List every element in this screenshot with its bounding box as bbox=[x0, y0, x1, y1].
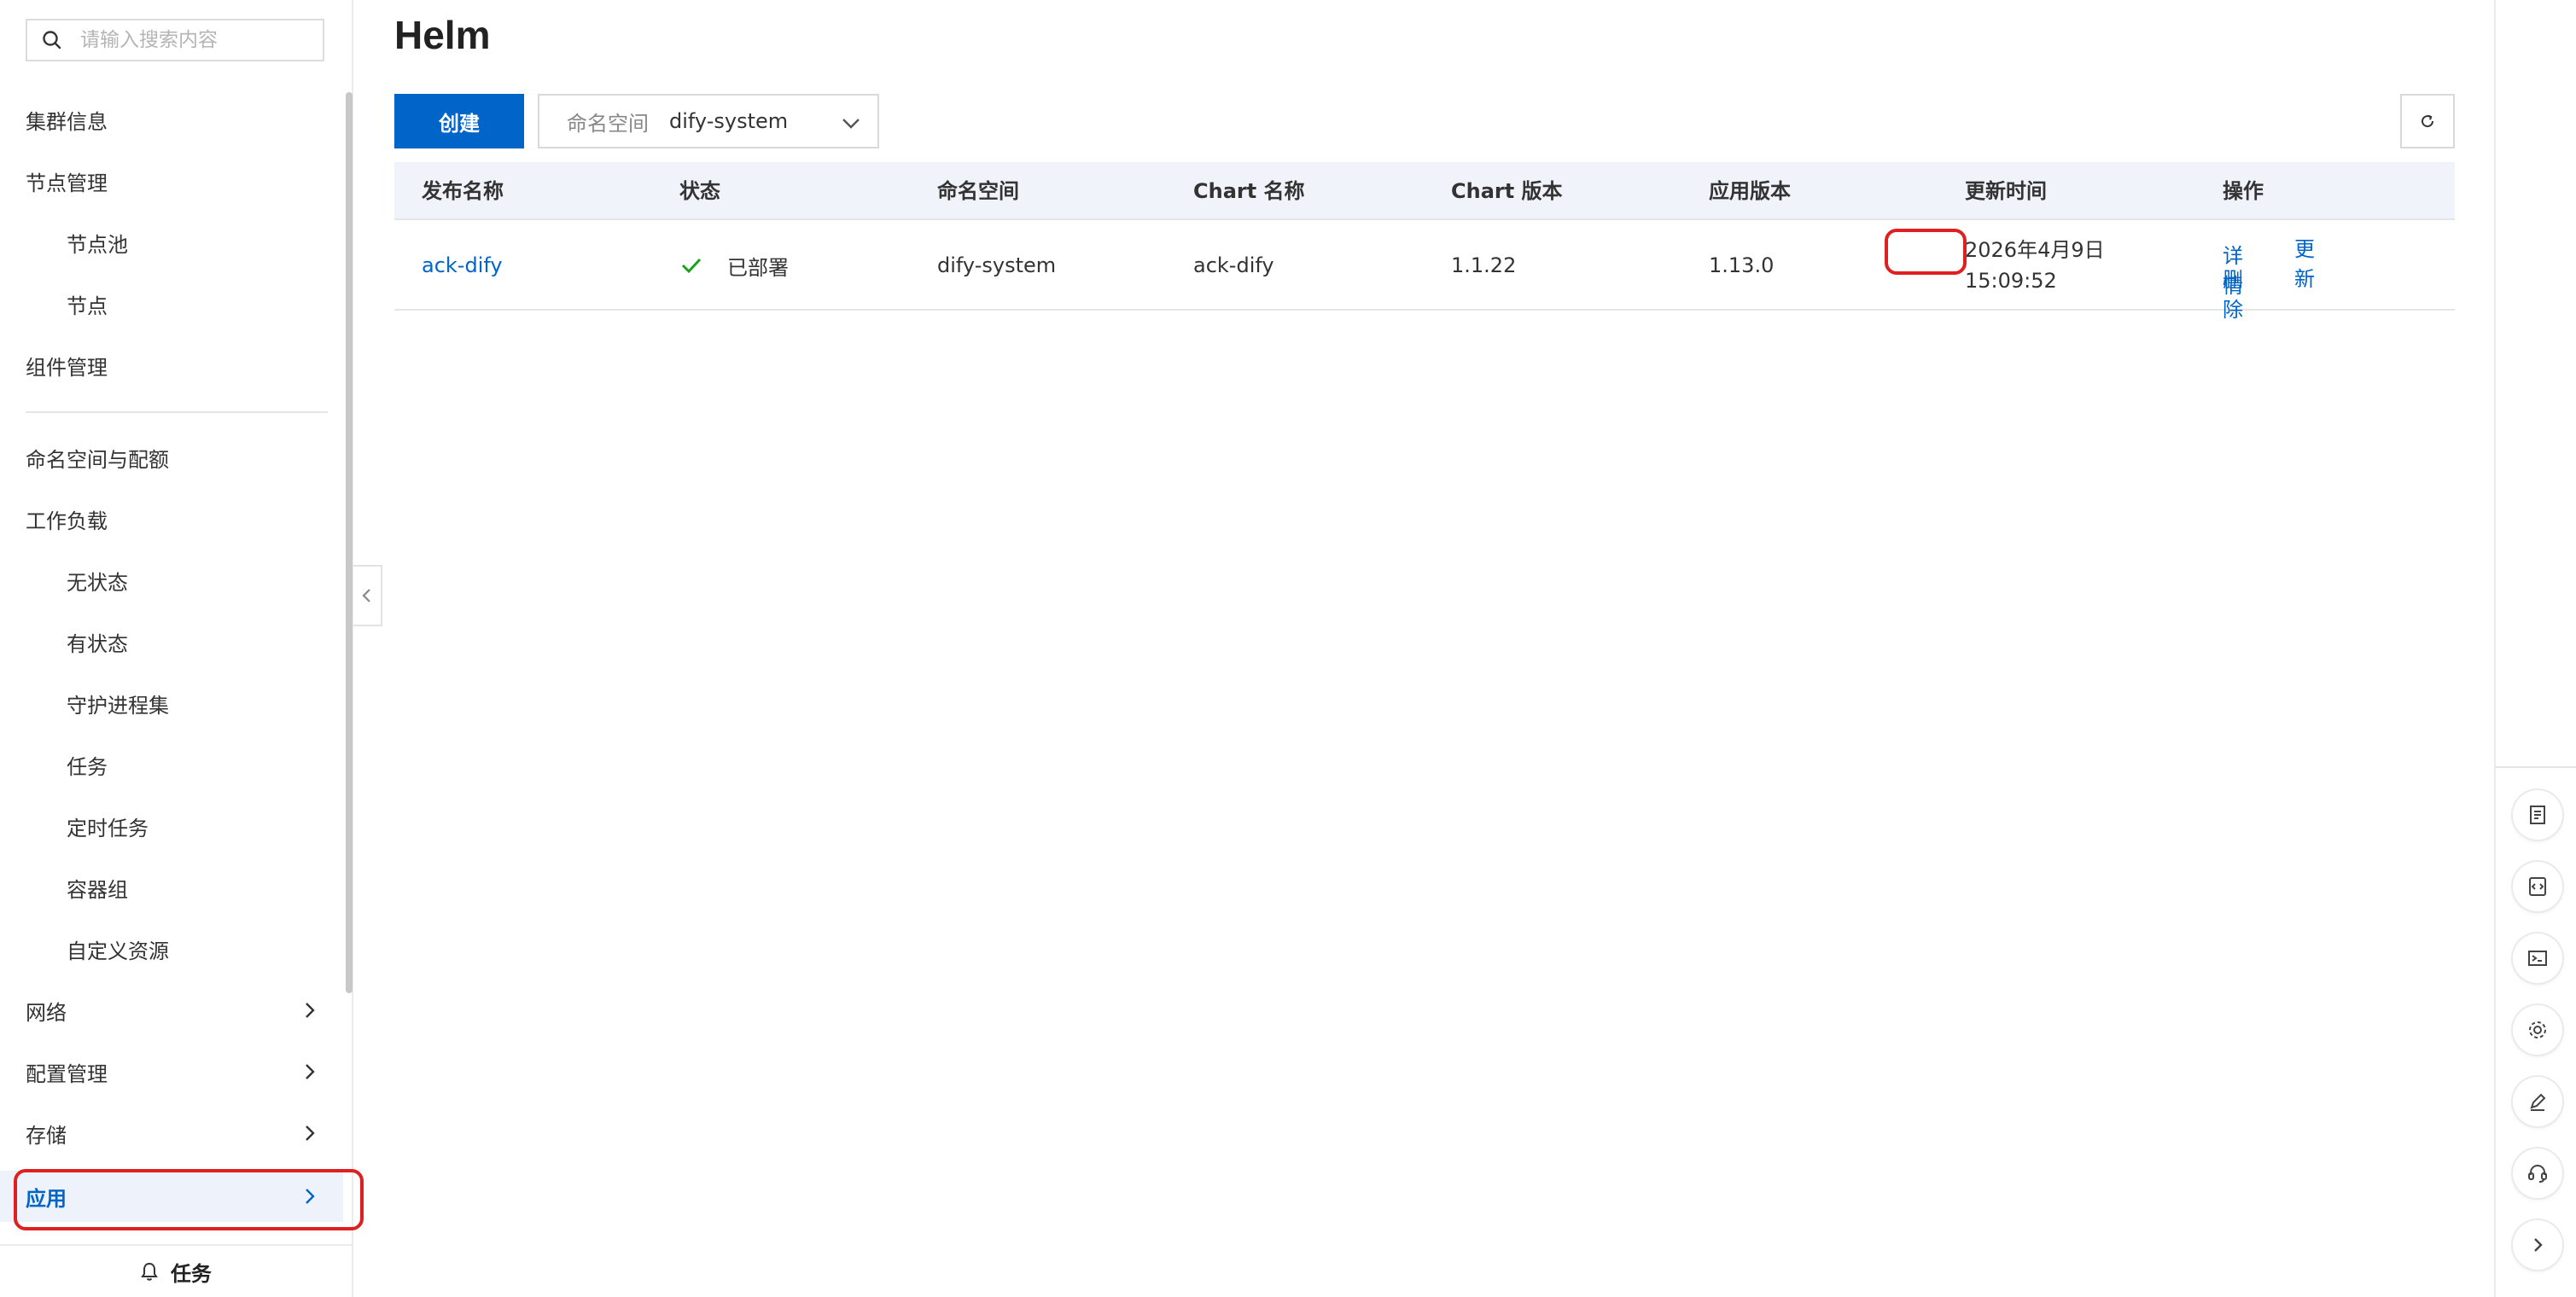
column-header-chart-version: Chart 版本 bbox=[1451, 179, 1563, 203]
namespace-select[interactable]: 命名空间 dify-system bbox=[538, 94, 879, 148]
sidebar-item-label: 守护进程集 bbox=[67, 693, 169, 718]
sidebar-item-label: 集群信息 bbox=[26, 109, 108, 134]
status-text: 已部署 bbox=[727, 255, 789, 280]
gear-icon bbox=[2526, 1018, 2550, 1042]
sidebar-item-cluster-info[interactable]: 集群信息 bbox=[0, 94, 343, 145]
search-box[interactable] bbox=[26, 19, 324, 61]
edit-button[interactable] bbox=[2513, 1077, 2562, 1126]
edit-icon bbox=[2526, 1090, 2550, 1114]
sidebar-item-label: 节点管理 bbox=[26, 171, 108, 195]
updated-clock: 15:09:52 bbox=[1965, 269, 2057, 293]
chart-version-cell: 1.1.22 bbox=[1451, 253, 1517, 277]
settings-button[interactable] bbox=[2513, 1005, 2562, 1055]
sidebar-item-label: 存储 bbox=[26, 1123, 67, 1148]
sidebar-item-cronjobs[interactable]: 定时任务 bbox=[0, 800, 343, 852]
chevron-right-icon bbox=[300, 1062, 319, 1081]
sidebar-item-nodes[interactable]: 节点 bbox=[0, 278, 343, 329]
page-title: Helm bbox=[394, 13, 491, 57]
sidebar-item-config[interactable]: 配置管理 bbox=[0, 1046, 343, 1097]
support-button[interactable] bbox=[2513, 1149, 2562, 1198]
chevron-right-icon bbox=[300, 1124, 319, 1143]
helm-releases-table: 发布名称 状态 命名空间 Chart 名称 Chart 版本 应用版本 更新时间… bbox=[394, 162, 2455, 322]
sidebar-item-network[interactable]: 网络 bbox=[0, 985, 343, 1036]
namespace-select-label: 命名空间 bbox=[567, 111, 649, 136]
chevron-right-icon bbox=[2526, 1233, 2550, 1257]
sidebar-item-label: 定时任务 bbox=[67, 816, 149, 840]
headset-icon bbox=[2526, 1161, 2550, 1185]
terminal-icon bbox=[2526, 946, 2550, 970]
table-row: ack-dify 已部署 dify-system ack-dify 1.1.22… bbox=[394, 220, 2455, 322]
chevron-left-icon bbox=[360, 586, 374, 605]
sidebar-item-node-management[interactable]: 节点管理 bbox=[0, 155, 343, 206]
delete-link[interactable]: 删除 bbox=[2223, 263, 2243, 323]
create-button[interactable]: 创建 bbox=[394, 94, 524, 148]
sidebar-item-workloads[interactable]: 工作负载 bbox=[0, 493, 343, 544]
app-version-cell: 1.13.0 bbox=[1709, 253, 1775, 277]
sidebar-item-label: 节点池 bbox=[67, 232, 128, 257]
bell-icon bbox=[140, 1261, 159, 1282]
terminal-button[interactable] bbox=[2513, 933, 2562, 983]
expand-rail-button[interactable] bbox=[2513, 1220, 2562, 1270]
tasks-label: 任务 bbox=[171, 1261, 212, 1286]
sidebar-item-label: 组件管理 bbox=[26, 355, 108, 380]
sidebar-item-label: 配置管理 bbox=[26, 1061, 108, 1086]
chevron-right-icon bbox=[300, 1001, 319, 1020]
status-cell: 已部署 bbox=[679, 220, 789, 311]
column-header-status: 状态 bbox=[679, 179, 720, 203]
sidebar-item-statefulsets[interactable]: 有状态 bbox=[0, 616, 343, 667]
sidebar-item-pods[interactable]: 容器组 bbox=[0, 862, 343, 913]
sidebar-divider bbox=[26, 411, 328, 413]
column-header-updated-time: 更新时间 bbox=[1965, 179, 2047, 203]
sidebar-item-label: 节点 bbox=[67, 294, 108, 318]
release-name-link[interactable]: ack-dify bbox=[422, 253, 503, 277]
right-toolbar bbox=[2494, 0, 2576, 1297]
sidebar-item-namespaces-quotas[interactable]: 命名空间与配额 bbox=[0, 432, 343, 483]
namespace-select-value: dify-system bbox=[669, 109, 789, 133]
sidebar: 集群信息 节点管理 节点池 节点 组件管理 命名空间与配额 工作负载 无状态 有… bbox=[0, 0, 353, 1297]
column-header-chart-name: Chart 名称 bbox=[1193, 179, 1305, 203]
column-header-app-version: 应用版本 bbox=[1709, 179, 1791, 203]
sidebar-item-label: 命名空间与配额 bbox=[26, 447, 169, 472]
sidebar-item-label: 工作负载 bbox=[26, 509, 108, 533]
highlight-update bbox=[1885, 229, 1967, 275]
rail-divider bbox=[2496, 766, 2576, 768]
table-header: 发布名称 状态 命名空间 Chart 名称 Chart 版本 应用版本 更新时间… bbox=[394, 162, 2455, 220]
namespace-cell: dify-system bbox=[937, 253, 1057, 277]
chevron-down-icon bbox=[840, 113, 862, 135]
sidebar-item-node-pool[interactable]: 节点池 bbox=[0, 217, 343, 268]
sidebar-item-components[interactable]: 组件管理 bbox=[0, 340, 343, 391]
refresh-button[interactable] bbox=[2400, 94, 2455, 148]
search-input[interactable] bbox=[80, 29, 311, 51]
document-button[interactable] bbox=[2513, 790, 2562, 840]
sidebar-item-label: 网络 bbox=[26, 1000, 67, 1025]
code-icon bbox=[2526, 875, 2550, 899]
sidebar-item-storage[interactable]: 存储 bbox=[0, 1108, 343, 1159]
search-icon bbox=[41, 29, 63, 51]
updated-date: 2026年4月9日 bbox=[1965, 238, 2105, 262]
column-header-actions: 操作 bbox=[2223, 179, 2264, 203]
sidebar-collapse-button[interactable] bbox=[353, 565, 382, 626]
check-icon bbox=[679, 253, 715, 277]
sidebar-item-label: 有状态 bbox=[67, 631, 128, 656]
highlight-applications bbox=[14, 1169, 364, 1230]
document-icon bbox=[2526, 803, 2550, 827]
update-link[interactable]: 更新 bbox=[2294, 232, 2315, 292]
refresh-icon bbox=[2417, 111, 2438, 131]
sidebar-scrollbar[interactable] bbox=[346, 92, 353, 993]
sidebar-item-label: 任务 bbox=[67, 754, 108, 779]
sidebar-item-label: 自定义资源 bbox=[67, 939, 169, 963]
sidebar-item-label: 容器组 bbox=[67, 877, 128, 902]
sidebar-item-daemonsets[interactable]: 守护进程集 bbox=[0, 678, 343, 729]
sidebar-item-custom-resources[interactable]: 自定义资源 bbox=[0, 923, 343, 974]
column-header-namespace: 命名空间 bbox=[937, 179, 1019, 203]
sidebar-item-deployments[interactable]: 无状态 bbox=[0, 555, 343, 606]
sidebar-item-label: 无状态 bbox=[67, 570, 128, 595]
updated-time-cell: 2026年4月9日 15:09:52 bbox=[1965, 220, 2105, 311]
sidebar-item-jobs[interactable]: 任务 bbox=[0, 739, 343, 790]
chart-name-cell: ack-dify bbox=[1193, 253, 1274, 277]
column-header-release-name: 发布名称 bbox=[422, 179, 504, 203]
tasks-button[interactable]: 任务 bbox=[0, 1244, 352, 1297]
code-button[interactable] bbox=[2513, 862, 2562, 911]
